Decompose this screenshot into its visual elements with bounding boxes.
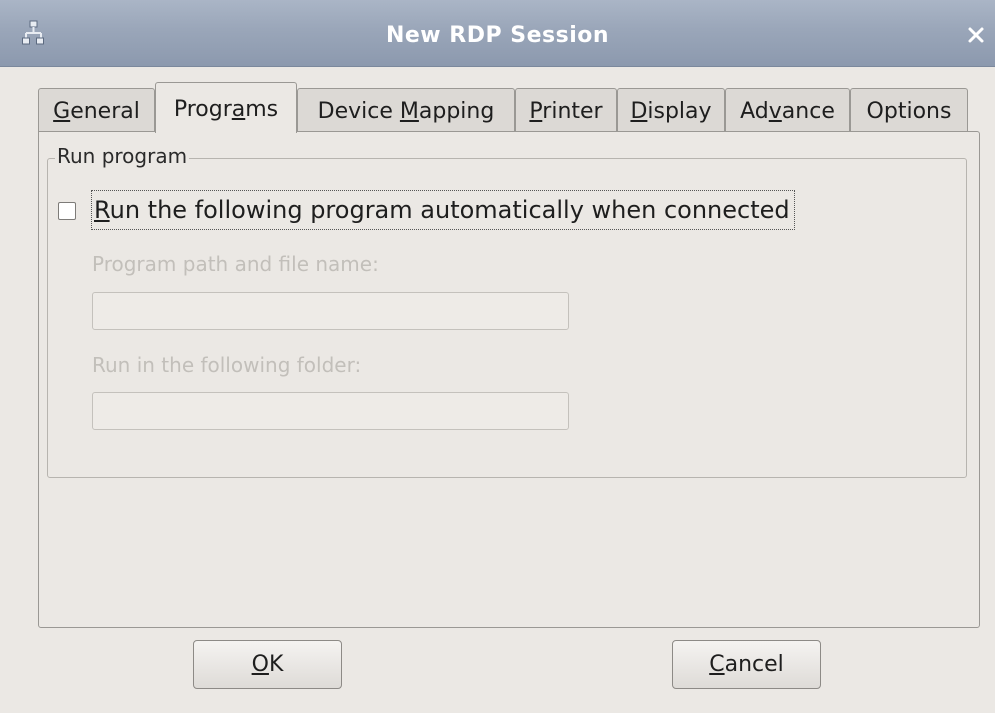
ok-button[interactable]: OK xyxy=(193,640,342,689)
tab-label-part: Progr xyxy=(173,97,232,122)
auto-run-checkbox[interactable] xyxy=(58,202,76,220)
title-bar: New RDP Session xyxy=(0,0,995,67)
tab-label-part: apping xyxy=(418,99,495,124)
program-path-label: Program path and file name: xyxy=(92,252,379,276)
tab-mnemonic: v xyxy=(768,99,782,124)
tab-mnemonic: P xyxy=(529,99,543,124)
tab-label-part: ance xyxy=(781,99,835,124)
program-path-field[interactable] xyxy=(92,292,569,330)
ok-label: K xyxy=(268,652,284,677)
window-title: New RDP Session xyxy=(385,23,610,48)
tab-mnemonic: a xyxy=(231,97,246,122)
tab-programs[interactable]: Programs xyxy=(155,82,297,133)
tab-label-part: Device xyxy=(317,99,400,124)
cancel-label: ancel xyxy=(724,652,784,677)
tab-label-part: Ad xyxy=(740,99,769,124)
tab-device-mapping[interactable]: Device Mapping xyxy=(297,88,515,132)
folder-field[interactable] xyxy=(92,392,569,430)
cancel-mnemonic: C xyxy=(709,652,725,677)
tab-label-part: isplay xyxy=(647,99,712,124)
tab-printer[interactable]: Printer xyxy=(515,88,617,132)
folder-label: Run in the following folder: xyxy=(92,353,362,377)
tab-advance[interactable]: Advance xyxy=(725,88,850,132)
tab-label-part: eneral xyxy=(70,99,140,124)
checkbox-mnemonic: R xyxy=(94,196,110,224)
tab-mnemonic: G xyxy=(53,99,71,124)
tab-label-part: ms xyxy=(245,97,279,122)
checkbox-label-text: un the following program automatically w… xyxy=(109,196,790,224)
auto-run-checkbox-label[interactable]: Run the following program automatically … xyxy=(91,190,795,230)
close-icon[interactable] xyxy=(963,22,989,48)
tab-options[interactable]: Options xyxy=(850,88,968,132)
tab-mnemonic: M xyxy=(399,99,419,124)
frame-label: Run program xyxy=(55,143,190,169)
tab-label-part: Options xyxy=(866,99,952,124)
ok-mnemonic: O xyxy=(251,652,269,677)
tab-general[interactable]: General xyxy=(38,88,155,132)
tab-display[interactable]: Display xyxy=(617,88,725,132)
tab-mnemonic: D xyxy=(630,99,648,124)
programs-page: Run program Run the following program au… xyxy=(38,131,980,628)
tab-label-part: rinter xyxy=(542,99,603,124)
cancel-button[interactable]: Cancel xyxy=(672,640,821,689)
